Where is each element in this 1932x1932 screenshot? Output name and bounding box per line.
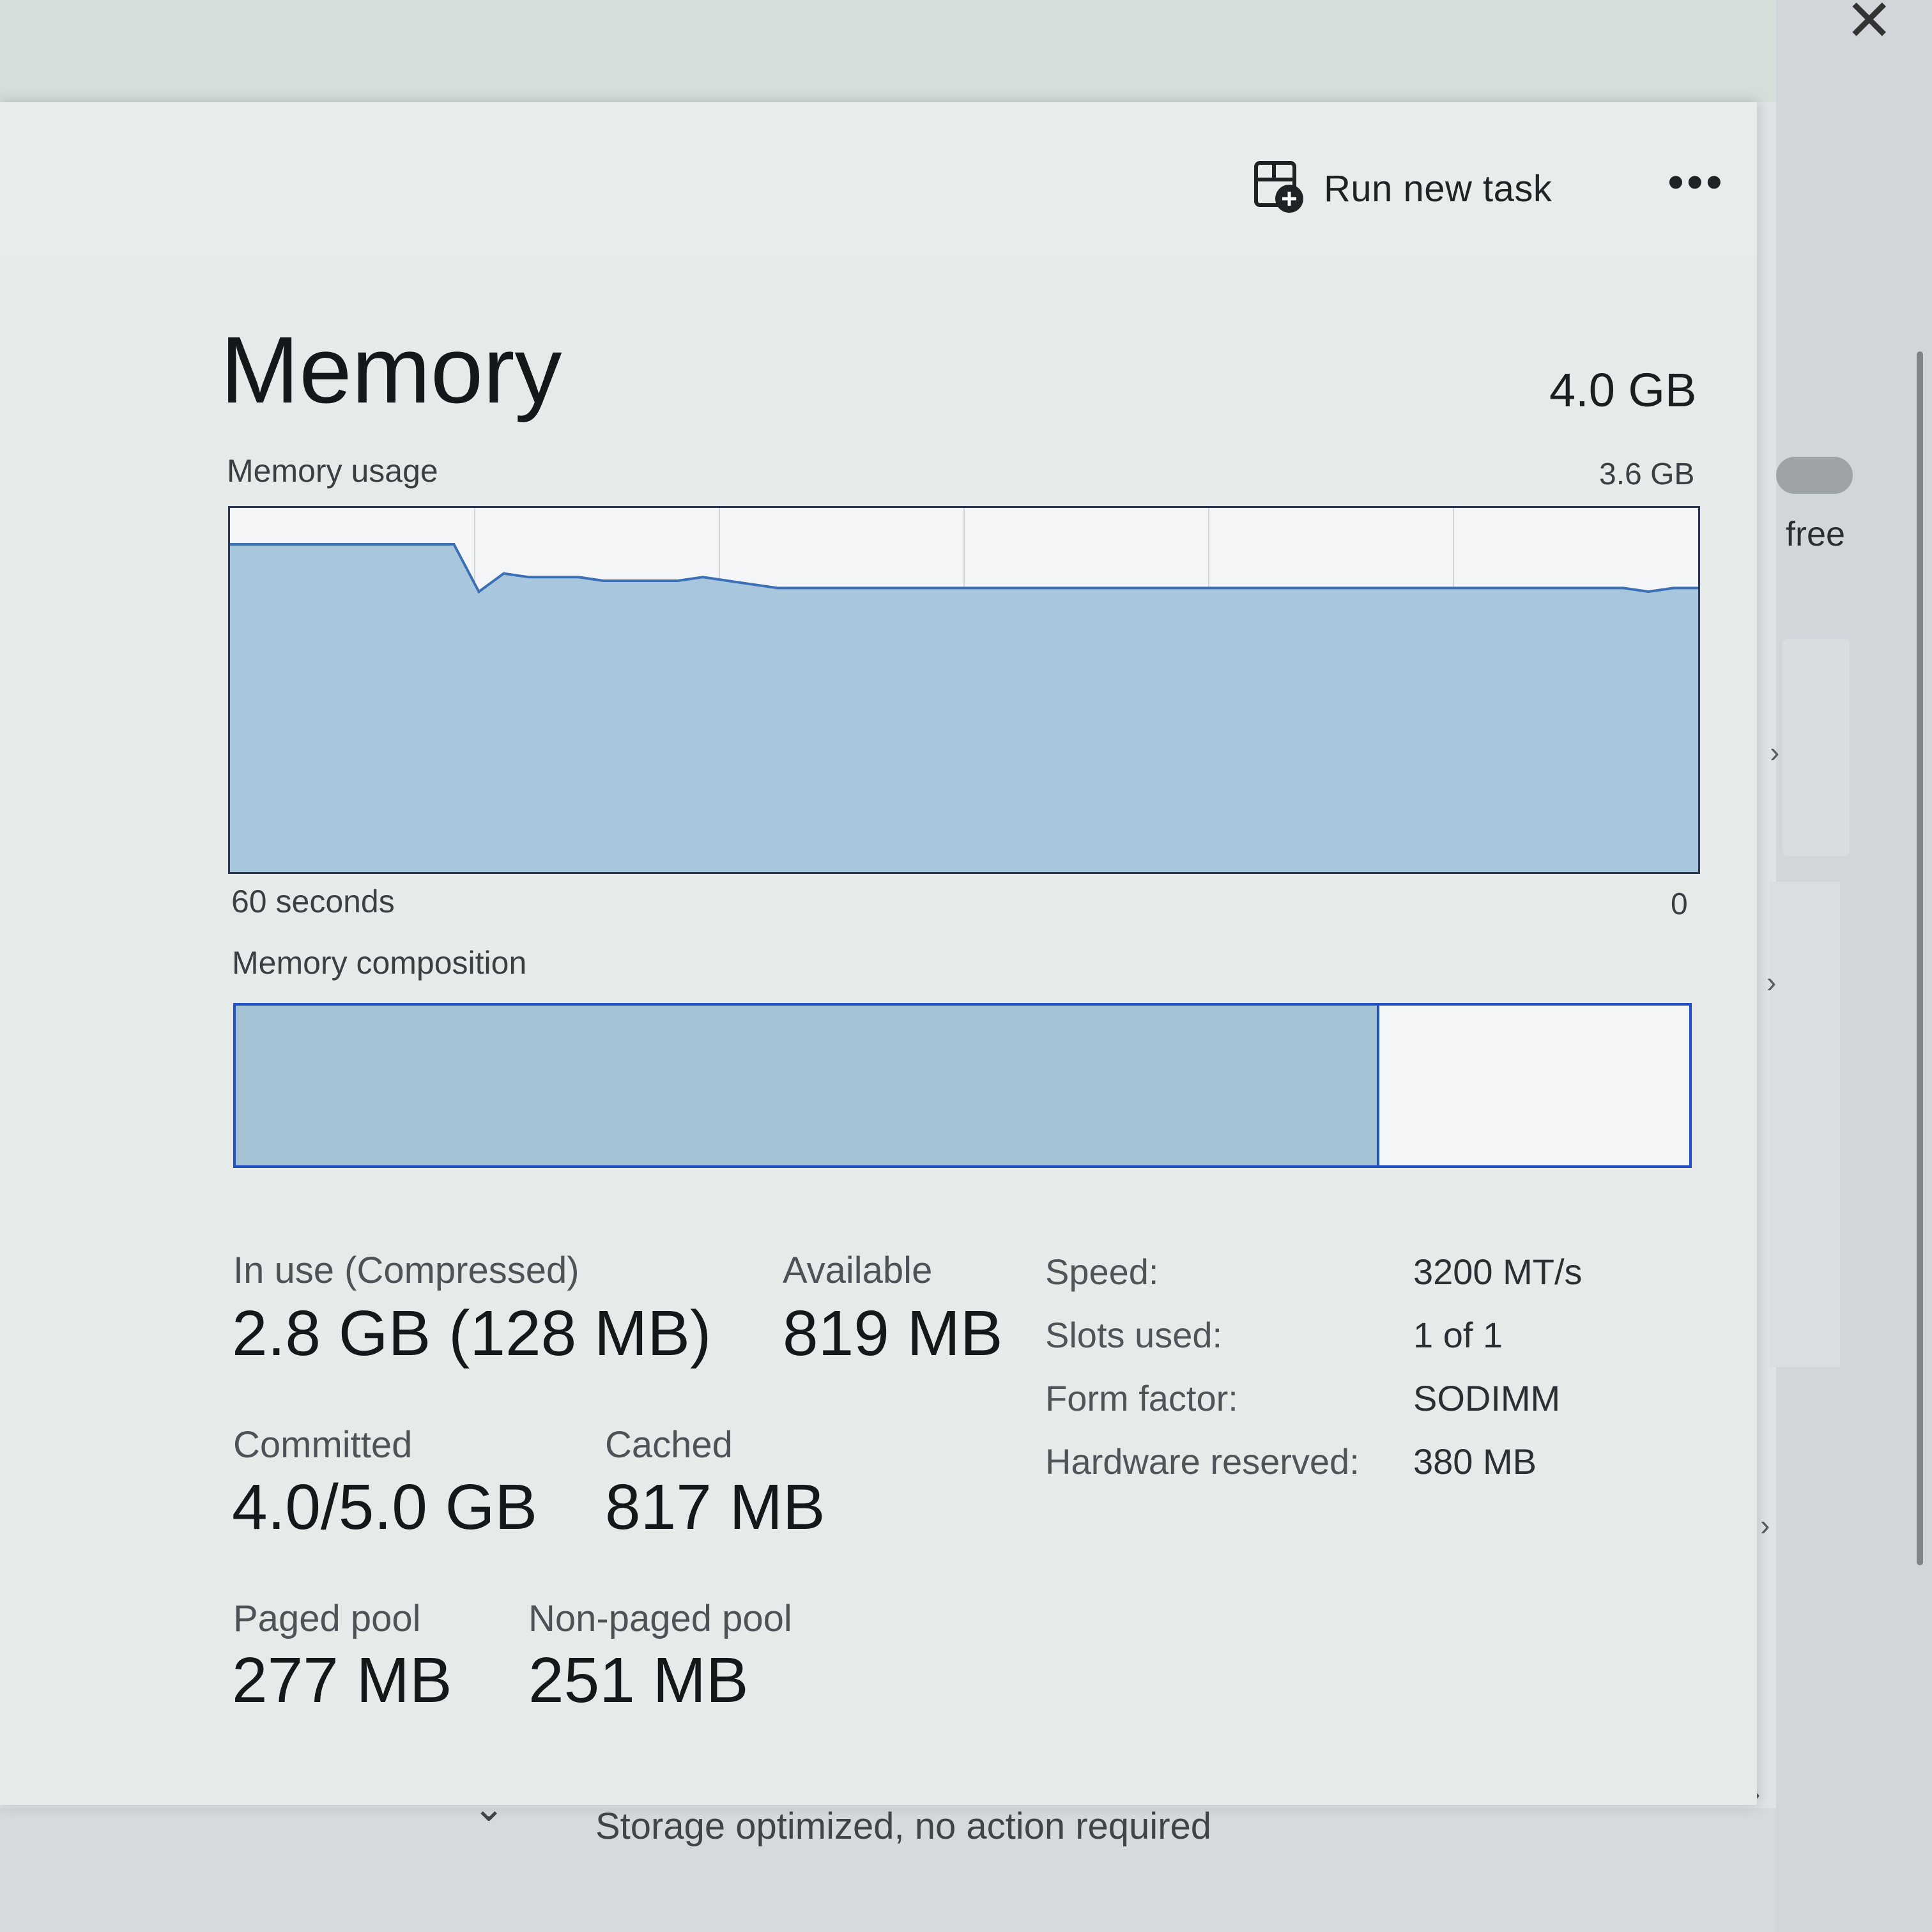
- committed-value: 4.0/5.0 GB: [232, 1471, 538, 1543]
- slots-used-label: Slots used:: [1045, 1315, 1223, 1355]
- memory-usage-graph: [228, 506, 1700, 874]
- run-new-task-button[interactable]: Run new task: [1252, 157, 1552, 220]
- slots-used-value: 1 of 1: [1413, 1315, 1503, 1355]
- chevron-right-icon[interactable]: ›: [1770, 735, 1779, 769]
- memory-composition-in-use: [236, 1006, 1379, 1165]
- speed-value: 3200 MT/s: [1413, 1252, 1583, 1292]
- background-card: [1782, 639, 1850, 856]
- memory-usage-max: 3.6 GB: [1599, 457, 1695, 491]
- storage-status-text: Storage optimized, no action required: [595, 1805, 1212, 1847]
- memory-usage-chart: [230, 508, 1698, 872]
- page-title: Memory: [220, 318, 562, 423]
- paged-pool-label: Paged pool: [233, 1598, 421, 1639]
- toolbar: Run new task •••: [0, 102, 1757, 256]
- background-header-strip: [0, 0, 1789, 102]
- total-memory: 4.0 GB: [1549, 364, 1697, 417]
- scrollbar[interactable]: [1917, 351, 1923, 1565]
- background-storage-bar: [1776, 457, 1853, 494]
- memory-composition-label: Memory composition: [232, 945, 527, 981]
- task-manager-memory-panel: Run new task ••• Memory 4.0 GB Memory us…: [0, 102, 1757, 1805]
- committed-label: Committed: [233, 1424, 413, 1466]
- memory-composition-bar: [233, 1003, 1692, 1168]
- paged-pool-value: 277 MB: [232, 1644, 452, 1716]
- form-factor-value: SODIMM: [1413, 1378, 1561, 1418]
- in-use-value: 2.8 GB (128 MB): [232, 1298, 712, 1369]
- hardware-reserved-label: Hardware reserved:: [1045, 1441, 1360, 1482]
- in-use-label: In use (Compressed): [233, 1250, 579, 1291]
- run-task-icon: [1252, 160, 1306, 217]
- memory-usage-label: Memory usage: [227, 453, 438, 489]
- available-value: 819 MB: [783, 1298, 1003, 1369]
- chevron-right-icon[interactable]: ›: [1760, 1508, 1770, 1542]
- more-options-button[interactable]: •••: [1667, 158, 1725, 206]
- memory-usage-area: [230, 544, 1698, 872]
- non-paged-pool-label: Non-paged pool: [528, 1598, 792, 1639]
- hardware-reserved-value: 380 MB: [1413, 1441, 1537, 1482]
- chevron-right-icon[interactable]: ›: [1767, 965, 1776, 999]
- available-label: Available: [783, 1250, 933, 1291]
- cached-label: Cached: [605, 1424, 733, 1466]
- background-free-label: free: [1786, 515, 1846, 553]
- speed-label: Speed:: [1045, 1252, 1159, 1292]
- graph-time-end-label: 0: [1671, 887, 1688, 921]
- run-new-task-label: Run new task: [1324, 167, 1552, 210]
- close-icon[interactable]: ✕: [1845, 0, 1893, 54]
- background-card: [1770, 882, 1840, 1367]
- non-paged-pool-value: 251 MB: [528, 1644, 749, 1716]
- cached-value: 817 MB: [605, 1471, 825, 1543]
- form-factor-label: Form factor:: [1045, 1378, 1238, 1418]
- graph-time-start-label: 60 seconds: [231, 884, 395, 919]
